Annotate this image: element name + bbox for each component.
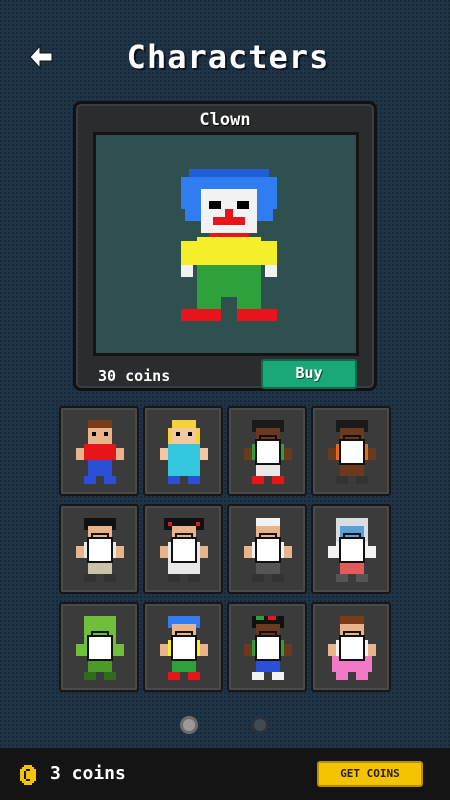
blonde-girl-character-icon xyxy=(160,420,208,484)
coin-icon xyxy=(20,765,36,785)
character-name: Clown xyxy=(199,110,251,130)
character-tile-blonde-girl[interactable] xyxy=(143,406,223,496)
locked-character-icon xyxy=(160,616,208,680)
locked-character-icon xyxy=(244,616,292,680)
character-tile-locked-7[interactable] xyxy=(59,602,139,692)
locked-character-icon xyxy=(76,616,124,680)
character-tile-locked-1[interactable] xyxy=(227,406,307,496)
locked-character-icon xyxy=(328,616,376,680)
character-tile-boy[interactable] xyxy=(59,406,139,496)
character-tile-locked-9[interactable] xyxy=(227,602,307,692)
boy-character-icon xyxy=(76,420,124,484)
page-indicator xyxy=(0,716,450,736)
character-tile-locked-10[interactable] xyxy=(311,602,391,692)
locked-character-icon xyxy=(328,518,376,582)
preview-stage xyxy=(93,132,359,356)
price-label: 30 coins xyxy=(98,367,171,385)
character-tile-locked-5[interactable] xyxy=(227,504,307,594)
locked-character-icon xyxy=(244,420,292,484)
character-preview-panel: Clown 30 coins Buy xyxy=(73,101,377,391)
clown-character-icon xyxy=(181,169,277,321)
character-tile-locked-3[interactable] xyxy=(59,504,139,594)
locked-character-icon xyxy=(328,420,376,484)
character-tile-locked-6[interactable] xyxy=(311,504,391,594)
locked-character-icon xyxy=(76,518,124,582)
footer-bar: 3 coins GET COINS xyxy=(0,748,450,800)
header: Characters xyxy=(0,0,450,100)
locked-character-icon xyxy=(244,518,292,582)
page-dot-2[interactable] xyxy=(251,716,269,734)
character-tile-locked-8[interactable] xyxy=(143,602,223,692)
page-dot-1[interactable] xyxy=(180,716,198,734)
page-title: Characters xyxy=(126,38,330,76)
get-coins-button[interactable]: GET COINS xyxy=(317,761,423,787)
character-tile-locked-2[interactable] xyxy=(311,406,391,496)
coin-balance: 3 coins xyxy=(50,763,126,784)
buy-button[interactable]: Buy xyxy=(261,359,357,389)
locked-character-icon xyxy=(160,518,208,582)
character-tile-locked-4[interactable] xyxy=(143,504,223,594)
